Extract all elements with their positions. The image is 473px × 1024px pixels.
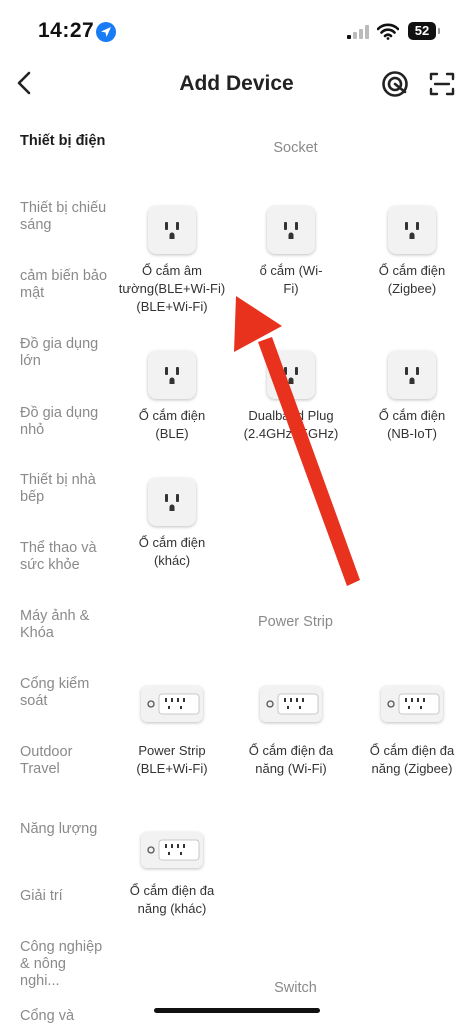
device-label: Power Strip (BLE+Wi-Fi) <box>136 743 208 776</box>
section-title-switch: Switch <box>274 980 317 996</box>
wifi-icon <box>377 23 399 40</box>
device-power-strip-ble-wifi[interactable]: Power Strip (BLE+Wi-Fi) <box>113 686 231 778</box>
device-multi-socket-other[interactable]: Ổ cắm điện đa năng (khác) <box>113 832 231 918</box>
device-multi-socket-wifi[interactable]: Ổ cắm điện đa năng (Wi-Fi) <box>232 686 350 778</box>
device-socket-nbiot[interactable]: Ổ cắm điện (NB-IoT) <box>353 351 471 443</box>
socket-icon <box>148 351 196 399</box>
location-icon <box>96 22 116 42</box>
power-strip-icon <box>141 686 203 722</box>
device-socket-wifi[interactable]: ổ cắm (Wi-Fi) <box>232 206 350 298</box>
sidebar-item-gateway[interactable]: Cổng kiểm soát <box>20 676 115 710</box>
radar-icon <box>382 71 408 97</box>
device-dualband-plug[interactable]: Dualband Plug (2.4GHz&5GHz) <box>232 351 350 443</box>
socket-icon <box>388 206 436 254</box>
sidebar-item-small-appliances[interactable]: Đồ gia dụng nhỏ <box>20 405 115 439</box>
section-title-socket: Socket <box>273 140 318 156</box>
socket-icon <box>148 478 196 526</box>
device-socket-ble[interactable]: Ổ cắm điện (BLE) <box>113 351 231 443</box>
socket-icon <box>267 206 315 254</box>
device-label: Ổ cắm điện đa năng (Zigbee) <box>369 743 455 776</box>
device-label: Ổ cắm âm tường(BLE+Wi-Fi) (BLE+Wi-Fi) <box>118 263 226 314</box>
power-strip-icon <box>260 686 322 722</box>
device-label: Ổ cắm điện (Zigbee) <box>378 263 446 296</box>
device-label: Ổ cắm điện đa năng (Wi-Fi) <box>248 743 334 776</box>
device-multi-socket-zigbee[interactable]: Ổ cắm điện đa năng (Zigbee) <box>353 686 471 778</box>
sidebar-item-camera-lock[interactable]: Máy ảnh & Khóa <box>20 608 115 642</box>
cellular-signal-icon <box>347 25 369 39</box>
home-indicator <box>154 1008 320 1013</box>
power-strip-icon <box>141 832 203 868</box>
device-socket-other[interactable]: Ổ cắm điện (khác) <box>113 478 231 570</box>
power-strip-icon <box>381 686 443 722</box>
socket-icon <box>267 351 315 399</box>
device-label: ổ cắm (Wi-Fi) <box>259 263 323 296</box>
device-label: Dualband Plug (2.4GHz&5GHz) <box>243 408 339 441</box>
socket-icon <box>388 351 436 399</box>
battery-tip <box>438 28 440 34</box>
status-bar: 14:27 52 <box>0 0 473 60</box>
sidebar-item-entertainment[interactable]: Giải trí <box>20 888 115 905</box>
category-sidebar: Thiết bị điện Thiết bị chiếu sáng cảm bi… <box>0 125 118 1024</box>
sidebar-item-sports-health[interactable]: Thể thao và sức khỏe <box>20 540 115 574</box>
scan-icon <box>429 72 455 96</box>
nearby-scan-button[interactable] <box>381 70 409 98</box>
device-label: Ổ cắm điện đa năng (khác) <box>129 883 215 916</box>
socket-icon <box>148 206 196 254</box>
sidebar-item-industry-agriculture[interactable]: Công nghiệp & nông nghi... <box>20 939 108 990</box>
status-time: 14:27 <box>38 19 95 42</box>
device-label: Ổ cắm điện (BLE) <box>138 408 206 441</box>
sidebar-item-security-sensors[interactable]: cảm biến bảo mật <box>20 268 115 302</box>
sidebar-item-energy[interactable]: Năng lượng <box>20 821 115 838</box>
qr-scan-button[interactable] <box>428 70 456 98</box>
device-label: Ổ cắm điện (khác) <box>138 535 206 568</box>
sidebar-item-lighting[interactable]: Thiết bị chiếu sáng <box>20 200 115 234</box>
sidebar-item-kitchen[interactable]: Thiết bị nhà bếp <box>20 472 115 506</box>
sidebar-item-gates[interactable]: Cổng và <box>20 1008 115 1024</box>
device-label: Ổ cắm điện (NB-IoT) <box>378 408 446 441</box>
sidebar-item-outdoor-travel[interactable]: Outdoor Travel <box>20 744 115 778</box>
device-socket-zigbee[interactable]: Ổ cắm điện (Zigbee) <box>353 206 471 298</box>
sidebar-item-electrical[interactable]: Thiết bị điện <box>20 133 115 150</box>
battery-icon: 52 <box>408 22 436 40</box>
device-wall-socket-ble-wifi[interactable]: Ổ cắm âm tường(BLE+Wi-Fi) (BLE+Wi-Fi) <box>113 206 231 316</box>
sidebar-item-large-appliances[interactable]: Đồ gia dụng lớn <box>20 336 115 370</box>
section-title-power-strip: Power Strip <box>258 614 333 630</box>
